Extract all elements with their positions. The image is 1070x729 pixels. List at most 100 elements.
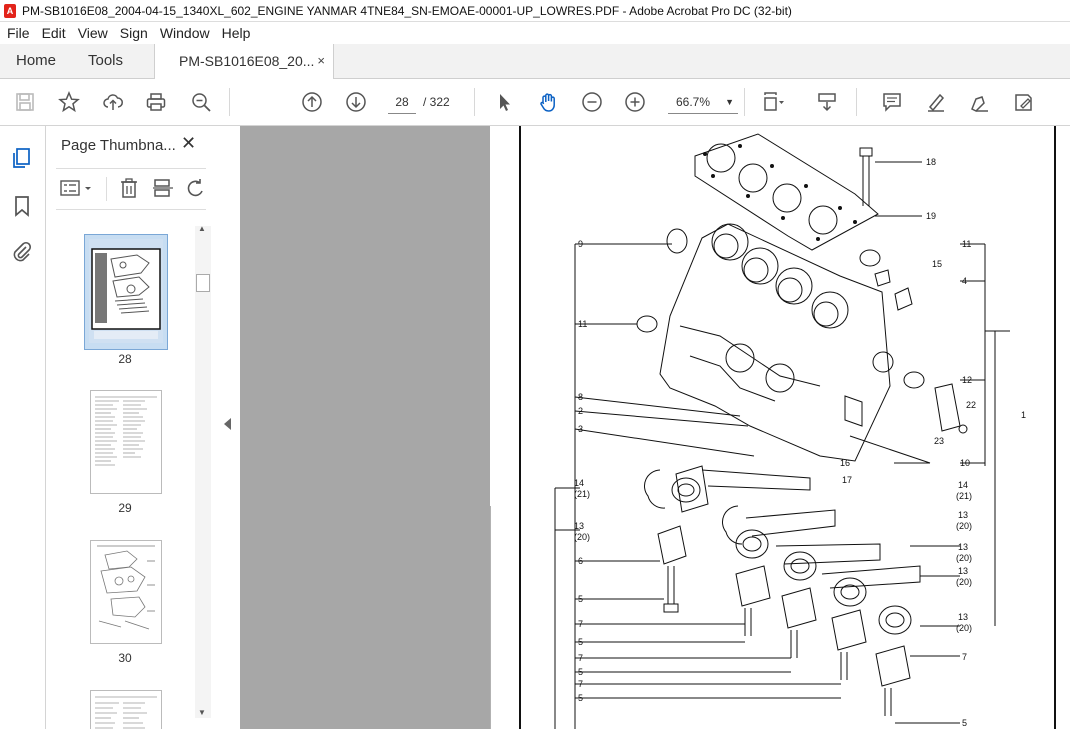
attachments-icon[interactable]	[10, 240, 34, 264]
diagram-label: 13	[574, 521, 584, 531]
diagram-label: 13	[958, 566, 968, 576]
panel-collapse-strip[interactable]	[216, 126, 241, 729]
thumbnail-page-31[interactable]	[90, 690, 162, 729]
page-fit-icon[interactable]	[760, 89, 786, 115]
upload-cloud-icon[interactable]	[100, 89, 126, 115]
menu-file[interactable]: File	[7, 25, 30, 41]
close-tab-icon[interactable]: ×	[317, 44, 325, 78]
menu-view[interactable]: View	[78, 25, 108, 41]
tab-document-label: PM-SB1016E08_20...	[179, 53, 315, 69]
thumbnail-preview-icon	[95, 396, 157, 466]
panel-title: Page Thumbna...	[61, 137, 176, 154]
diagram-label: 23	[934, 436, 944, 446]
pdf-page[interactable]: 18 19 9 11 15 4 11 12 1 22 23 8 2 3 10 1…	[490, 126, 1070, 729]
comment-icon[interactable]	[879, 89, 905, 115]
diagram-label: 1	[1021, 410, 1026, 420]
zoom-out-icon[interactable]	[579, 89, 605, 115]
hand-tool-icon[interactable]	[535, 89, 561, 115]
menu-window[interactable]: Window	[160, 25, 210, 41]
thumbnail-preview-icon	[89, 239, 163, 343]
engine-exploded-diagram: 18 19 9 11 15 4 11 12 1 22 23 8 2 3 10 1…	[490, 126, 1056, 729]
page-thumbnails-icon[interactable]	[10, 146, 34, 170]
toolbar-divider	[744, 88, 745, 116]
menu-edit[interactable]: Edit	[42, 25, 66, 41]
diagram-label: 11	[962, 239, 971, 249]
diagram-label: 12	[962, 375, 972, 385]
toolbar-divider	[474, 88, 475, 116]
rotate-icon[interactable]	[184, 177, 206, 199]
thumbnail-page-28[interactable]	[84, 234, 168, 350]
tab-tools[interactable]: Tools	[88, 44, 123, 78]
diagram-label: 13	[958, 612, 968, 622]
diagram-label: 5	[962, 718, 967, 728]
close-panel-icon[interactable]: ✕	[181, 133, 196, 154]
extract-pages-icon[interactable]	[152, 177, 174, 199]
diagram-label: 3	[578, 424, 583, 434]
options-menu-icon[interactable]	[60, 179, 96, 199]
tab-document[interactable]: PM-SB1016E08_20... ×	[154, 44, 334, 79]
thumbnail-scrollbar[interactable]: ▲ ▼	[195, 224, 211, 718]
save-icon[interactable]	[12, 89, 38, 115]
diagram-label: 5	[578, 667, 583, 677]
delete-trash-icon[interactable]	[118, 177, 140, 199]
highlight-pen-icon[interactable]	[923, 89, 949, 115]
thumbnail-page-30[interactable]	[90, 540, 162, 644]
sign-pen-icon[interactable]	[966, 89, 992, 115]
thumbnail-list: 28 29 30	[46, 210, 216, 729]
diagram-label: 13	[958, 510, 968, 520]
menu-sign[interactable]: Sign	[120, 25, 148, 41]
document-canvas-background	[240, 126, 490, 729]
scrollbar-thumb[interactable]	[196, 274, 210, 292]
print-icon[interactable]	[143, 89, 169, 115]
zoom-search-icon[interactable]	[188, 89, 214, 115]
diagram-label: 17	[842, 475, 852, 485]
acrobat-logo-icon: A	[4, 3, 16, 18]
diagram-label: 22	[966, 400, 976, 410]
fill-sign-icon[interactable]	[1010, 89, 1036, 115]
tab-bar: Home Tools PM-SB1016E08_20... ×	[0, 44, 1070, 79]
diagram-label: 13	[958, 542, 968, 552]
bookmark-star-icon[interactable]	[56, 89, 82, 115]
toolbar-divider	[106, 177, 107, 201]
diagram-label: 5	[578, 594, 583, 604]
diagram-label: 7	[578, 619, 583, 629]
page-total: / 322	[423, 95, 450, 109]
diagram-label: (20)	[956, 521, 972, 531]
diagram-label: 9	[578, 239, 583, 249]
chevron-down-icon: ▼	[725, 97, 734, 107]
diagram-label: 5	[578, 637, 583, 647]
zoom-in-icon[interactable]	[622, 89, 648, 115]
bookmarks-icon[interactable]	[10, 194, 34, 218]
diagram-label: 15	[932, 259, 942, 269]
thumbnail-page-29[interactable]	[90, 390, 162, 494]
title-bar: A PM-SB1016E08_2004-04-15_1340XL_602_ENG…	[0, 0, 1070, 22]
scroll-down-icon[interactable]: ▼	[198, 708, 206, 717]
diagram-label: 7	[962, 652, 967, 662]
page-number-input[interactable]: 28	[388, 89, 416, 114]
diagram-label: 19	[926, 211, 936, 221]
select-cursor-icon[interactable]	[491, 89, 517, 115]
next-page-icon[interactable]	[343, 89, 369, 115]
diagram-label: (20)	[956, 577, 972, 587]
thumbnail-number: 29	[118, 501, 132, 515]
diagram-label: 10	[960, 458, 970, 468]
diagram-label: 16	[840, 458, 850, 468]
scroll-up-icon[interactable]: ▲	[198, 224, 206, 233]
diagram-label: (20)	[956, 553, 972, 563]
scroll-mode-icon[interactable]	[814, 89, 840, 115]
diagram-label: (20)	[574, 532, 590, 542]
navigation-rail	[0, 126, 46, 729]
menu-help[interactable]: Help	[222, 25, 251, 41]
diagram-label: 11	[578, 319, 587, 329]
previous-page-icon[interactable]	[299, 89, 325, 115]
diagram-label: 4	[962, 276, 967, 286]
zoom-value: 66.7%	[676, 95, 711, 109]
collapse-arrow-icon[interactable]	[224, 418, 232, 430]
diagram-label: 8	[578, 392, 583, 402]
zoom-select[interactable]: 66.7% ▼	[668, 89, 738, 114]
tab-home[interactable]: Home	[16, 44, 56, 78]
diagram-label: 5	[578, 693, 583, 703]
diagram-label: 14	[958, 480, 968, 490]
menu-bar: File Edit View Sign Window Help	[0, 22, 1070, 44]
diagram-label: (21)	[956, 491, 972, 501]
